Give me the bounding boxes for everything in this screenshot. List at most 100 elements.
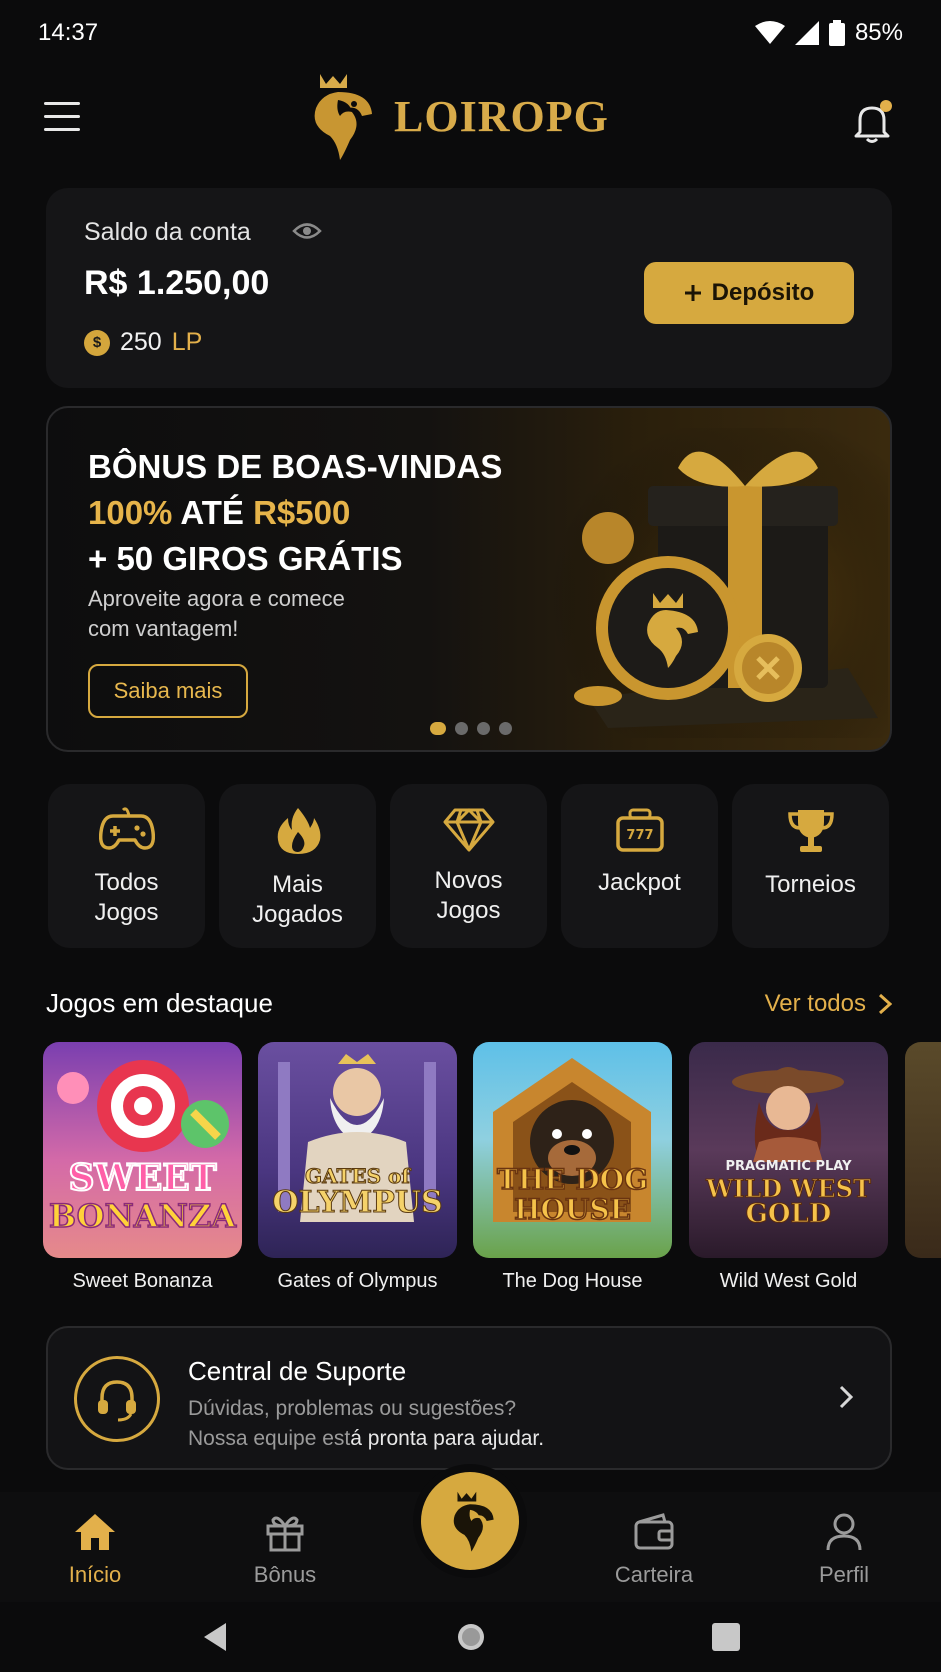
see-all-link[interactable]: Ver todos [765,990,892,1018]
eagle-logo-icon [453,1491,494,1552]
app-header: LOIROPG [0,66,941,178]
slot-machine-icon: 777 [615,808,664,852]
zeus-illustration [278,1054,436,1222]
art-line: GOLD [745,1199,832,1229]
category-tournaments[interactable]: Torneios [732,784,889,948]
gift-box-illustration [548,428,888,738]
category-label: Mais Jogados [252,871,343,928]
recents-icon[interactable] [712,1623,740,1651]
game-card[interactable]: THE DOG HOUSE The Dog House [473,1042,672,1293]
art-line: OLYMPUS [272,1185,443,1220]
featured-games-carousel[interactable]: SWEET BONANZA Sweet Bonanza GATES of OLY… [43,1042,941,1302]
art-line: BONANZA [48,1197,237,1235]
nav-label: Carteira [614,1562,694,1587]
game-thumbnail: PRAGMATIC PLAY WILD WEST GOLD [689,1042,888,1258]
game-card-partial[interactable] [905,1042,941,1258]
banner-title-line2: 100% ATÉ R$500 [88,490,502,536]
eagle-logo-icon [314,74,372,160]
support-icon-circle [74,1356,160,1442]
game-thumbnail [905,1042,941,1258]
nav-bonus[interactable]: Bônus [225,1512,345,1588]
support-line2-a: Nossa equipe est [188,1427,351,1450]
art-line: GATES of [305,1164,411,1188]
support-line1: Dúvidas, problemas ou sugestões? [188,1397,517,1420]
category-shortcuts: Todos Jogos Mais Jogados Novos Jogos 777… [48,784,894,950]
center-action-button[interactable] [421,1472,519,1570]
back-icon[interactable] [200,1621,230,1653]
flame-icon [277,808,320,854]
featured-header: Jogos em destaque Ver todos [46,988,892,1019]
promo-banner[interactable]: BÔNUS DE BOAS-VINDAS 100% ATÉ R$500 + 50… [46,406,892,752]
category-label: Novos Jogos [434,867,503,924]
art-line: HOUSE [513,1193,631,1226]
bell-icon [854,100,892,143]
carousel-dot[interactable] [455,722,468,735]
game-name: Sweet Bonanza [72,1270,213,1292]
learn-more-button[interactable]: Saiba mais [88,664,248,718]
deposit-label: Depósito [711,279,815,306]
menu-icon-line [44,115,80,118]
gamepad-icon [98,807,155,850]
trophy-icon [787,810,834,852]
menu-icon-line [44,128,80,131]
brand-logo[interactable]: LOIROPG [300,70,609,162]
banner-percent: 100% [88,494,173,531]
banner-title-line1: BÔNUS DE BOAS-VINDAS [88,448,503,485]
carousel-dot[interactable] [430,722,446,735]
game-art-title: GATES of OLYMPUS [258,1164,457,1220]
support-line2-b: á pronta para ajudar. [350,1427,545,1450]
game-card[interactable]: GATES of OLYMPUS Gates of Olympus [258,1042,457,1293]
chevron-right-icon [878,993,892,1014]
wifi-icon [754,21,785,44]
carousel-dot[interactable] [499,722,512,735]
category-most-played[interactable]: Mais Jogados [219,784,376,948]
game-thumbnail: THE DOG HOUSE [473,1042,672,1258]
signal-icon [794,21,819,45]
nav-home[interactable]: Início [35,1512,155,1588]
status-time: 14:37 [38,19,99,46]
deposit-button[interactable]: Depósito [644,262,854,324]
user-icon [826,1513,862,1551]
nav-label: Bônus [253,1562,317,1587]
system-navigation-bar [0,1602,941,1672]
nav-wallet[interactable]: Carteira [594,1512,714,1588]
headset-icon [98,1380,136,1422]
home-icon [75,1514,115,1550]
balance-label: Saldo da conta [84,218,251,246]
bottom-navigation: Início Bônus Carteira Perfil [0,1472,941,1602]
menu-icon [44,102,80,105]
nav-profile[interactable]: Perfil [784,1512,904,1588]
support-title: Central de Suporte [188,1356,407,1386]
category-new-games[interactable]: Novos Jogos [390,784,547,948]
game-name: The Dog House [502,1270,643,1292]
menu-button[interactable] [44,102,84,132]
home-circle-icon[interactable] [455,1621,487,1653]
status-bar: 14:37 85% [0,0,941,66]
art-line: THE DOG [496,1163,648,1196]
game-card[interactable]: SWEET BONANZA Sweet Bonanza [43,1042,242,1293]
category-all-games[interactable]: Todos Jogos [48,784,205,948]
nav-label: Início [68,1562,122,1587]
brand-name: LOIROPG [394,91,609,141]
gift-icon [266,1516,304,1552]
plus-icon [684,285,701,301]
game-card[interactable]: PRAGMATIC PLAY WILD WEST GOLD Wild West … [689,1042,888,1293]
points-unit: LP [171,328,203,356]
points-value: 250 [120,328,162,356]
wallet-icon [634,1513,674,1550]
featured-title: Jogos em destaque [46,988,273,1018]
see-all-label: Ver todos [764,989,866,1017]
loyalty-points: $ 250 LP [84,328,202,357]
support-card[interactable]: Central de Suporte Dúvidas, problemas ou… [46,1326,892,1470]
battery-percent: 85% [854,19,903,46]
game-name: Gates of Olympus [277,1270,438,1292]
game-art-title: SWEET BONANZA [43,1159,242,1235]
svg-text:777: 777 [626,828,653,843]
diamond-icon [443,808,494,852]
nav-label: Perfil [818,1562,870,1587]
eye-icon[interactable] [292,220,322,242]
balance-amount: R$ 1.250,00 [84,264,270,302]
carousel-dot[interactable] [477,722,490,735]
notifications-button[interactable] [852,100,892,144]
category-jackpot[interactable]: 777 Jackpot [561,784,718,948]
